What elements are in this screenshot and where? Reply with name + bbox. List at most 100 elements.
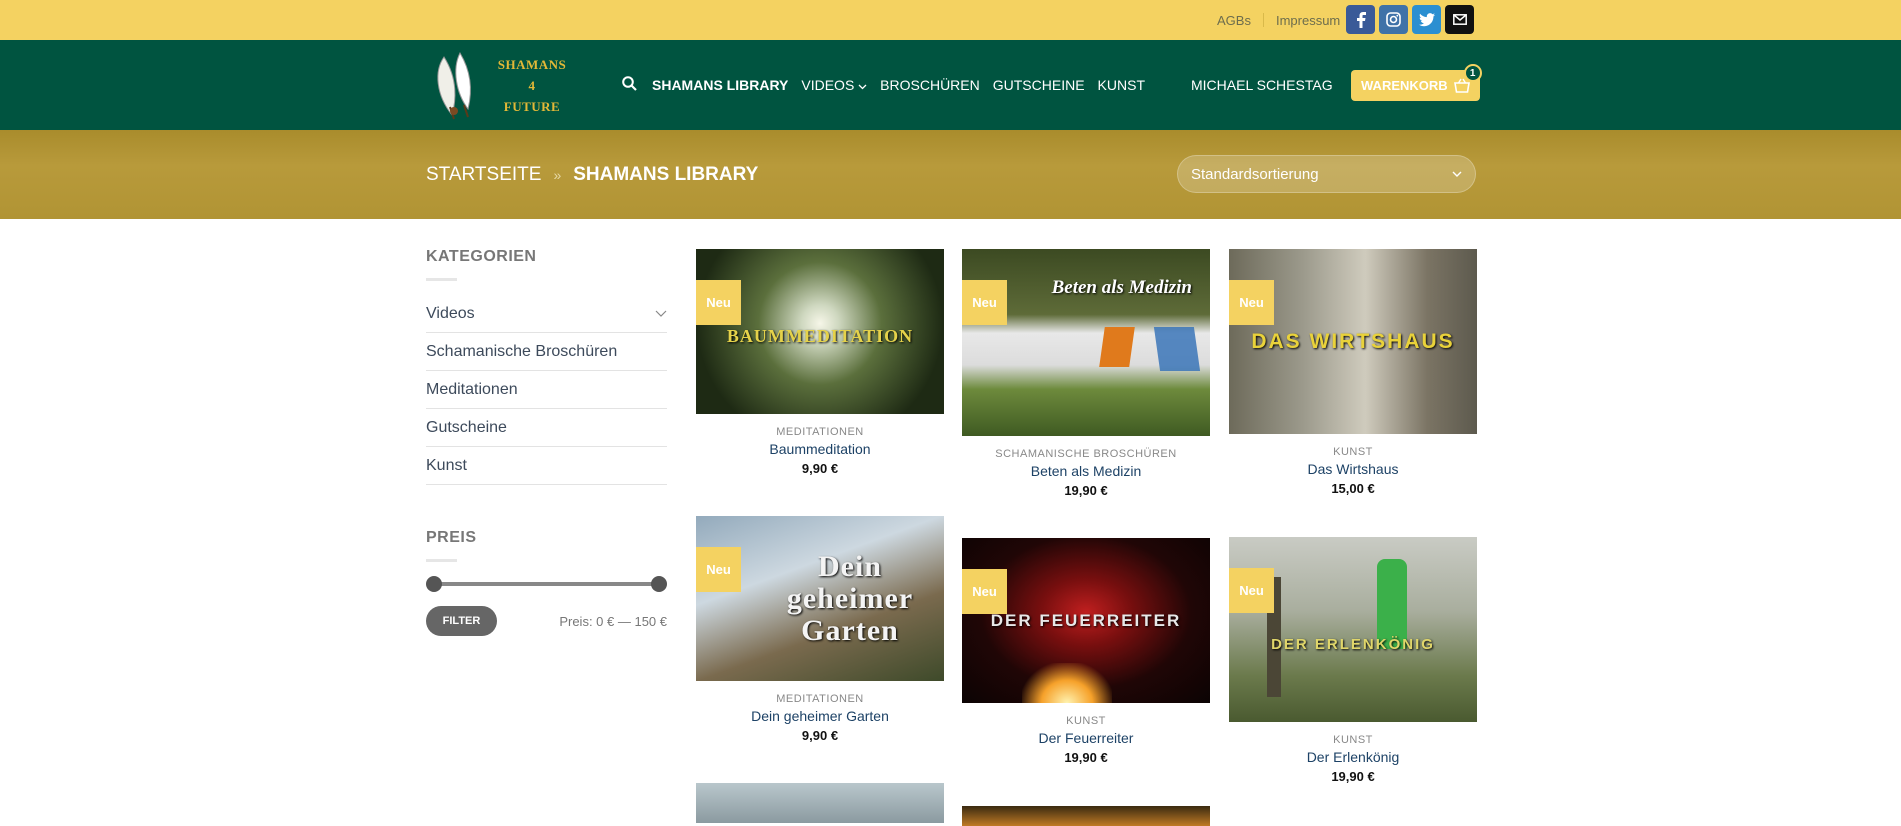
product-category: KUNST [1333, 446, 1373, 458]
categories-title: KATEGORIEN [426, 248, 537, 265]
product-name[interactable]: Der Erlenkönig [1229, 749, 1477, 765]
product-card[interactable]: DAS WIRTSHAUS Neu KUNST Das Wirtshaus 15… [1229, 249, 1477, 496]
category-kunst[interactable]: Kunst [426, 447, 667, 485]
image-title: DER FEUERREITER [990, 610, 1182, 630]
new-badge: Neu [696, 280, 741, 325]
twitter-icon[interactable] [1412, 5, 1441, 34]
breadcrumb-separator: » [553, 166, 562, 183]
social-links [1346, 5, 1474, 34]
nav-gutscheine[interactable]: GUTSCHEINE [993, 77, 1085, 93]
nav-broschueren[interactable]: BROSCHÜREN [880, 77, 980, 93]
product-price: 19,90 € [1064, 750, 1108, 765]
divider [426, 559, 457, 562]
category-label: Meditationen [426, 380, 518, 398]
slider-min-handle[interactable] [426, 576, 442, 592]
product-card[interactable]: DER FEUERREITER Neu KUNST Der Feuerreite… [962, 538, 1210, 765]
product-price: 15,00 € [1331, 481, 1375, 496]
instagram-icon[interactable] [1379, 5, 1408, 34]
image-title: Beten als Medizin [1051, 277, 1192, 298]
price-range-label: Preis: 0 € — 150 € [559, 613, 667, 629]
cart-button[interactable]: WARENKORB 1 [1351, 64, 1482, 101]
breadcrumb-home[interactable]: STARTSEITE [426, 164, 541, 186]
chevron-down-icon[interactable] [655, 310, 667, 317]
product-price: 9,90 € [801, 461, 839, 476]
logo-text[interactable]: SHAMANS 4 FUTURE [487, 54, 577, 117]
category-videos[interactable]: Videos [426, 295, 667, 333]
product-name[interactable]: Das Wirtshaus [1229, 461, 1477, 477]
impressum-link[interactable]: Impressum [1276, 13, 1340, 28]
main-nav: SHAMANS LIBRARY VIDEOS BROSCHÜREN GUTSCH… [622, 40, 1145, 130]
product-category: KUNST [1066, 715, 1106, 727]
cart-count-badge: 1 [1463, 64, 1482, 82]
image-title: DAS WIRTSHAUS [1251, 329, 1455, 353]
image-title: DER ERLENKÖNIG [1271, 636, 1435, 653]
logo-line: SHAMANS [497, 57, 567, 72]
category-label: Gutscheine [426, 418, 507, 436]
divider [1262, 13, 1264, 27]
cart-label: WARENKORB [1361, 78, 1448, 93]
slider-max-handle[interactable] [651, 576, 667, 592]
product-card[interactable]: Beten als Medizin Neu SCHAMANISCHE BROSC… [962, 249, 1210, 498]
chevron-down-icon [1452, 171, 1462, 177]
product-image[interactable]: Beten als Medizin Neu [962, 249, 1210, 436]
slider-track [432, 582, 661, 586]
new-badge: Neu [696, 547, 741, 592]
category-gutscheine[interactable]: Gutscheine [426, 409, 667, 447]
product-category: KUNST [1333, 734, 1373, 746]
category-label: Kunst [426, 456, 467, 474]
facebook-icon[interactable] [1346, 5, 1375, 34]
product-price: 9,90 € [801, 728, 839, 743]
product-image[interactable]: DER ERLENKÖNIG Neu [1229, 537, 1477, 722]
nav-kunst[interactable]: KUNST [1098, 77, 1145, 93]
product-image[interactable]: Dein geheimer Garten Neu [696, 516, 944, 681]
nav-videos[interactable]: VIDEOS [801, 77, 867, 93]
mail-icon[interactable] [1445, 5, 1474, 34]
product-image[interactable]: BAUMMEDITATION Neu [696, 249, 944, 414]
new-badge: Neu [1229, 568, 1274, 613]
prayer-flag [1099, 327, 1135, 367]
product-card[interactable]: BAUMMEDITATION Neu MEDITATIONEN Baummedi… [696, 249, 944, 476]
product-price: 19,90 € [1331, 769, 1375, 784]
category-label: Videos [426, 304, 475, 322]
user-account-link[interactable]: MICHAEL SCHESTAG [1191, 40, 1333, 130]
nav-shamans-library[interactable]: SHAMANS LIBRARY [652, 77, 788, 93]
sort-select[interactable]: Standardsortierung [1177, 155, 1476, 193]
product-category: MEDITATIONEN [776, 693, 864, 705]
product-card[interactable] [962, 806, 1210, 826]
product-image[interactable] [962, 806, 1210, 826]
logo-line: FUTURE [503, 99, 561, 114]
new-badge: Neu [1229, 280, 1274, 325]
agb-link[interactable]: AGBs [1217, 13, 1251, 28]
product-name[interactable]: Beten als Medizin [962, 463, 1210, 479]
product-name[interactable]: Der Feuerreiter [962, 730, 1210, 746]
image-title: BAUMMEDITATION [726, 326, 914, 346]
fire-glow [1022, 663, 1112, 703]
sidebar: KATEGORIEN Videos Schamanische Broschüre… [426, 248, 667, 636]
sort-selected: Standardsortierung [1191, 165, 1319, 183]
product-card[interactable]: DER ERLENKÖNIG Neu KUNST Der Erlenkönig … [1229, 537, 1477, 784]
feather-icon [437, 51, 471, 120]
search-icon[interactable] [622, 76, 637, 94]
price-title: PREIS [426, 529, 477, 546]
category-label: Schamanische Broschüren [426, 342, 618, 360]
product-name[interactable]: Dein geheimer Garten [696, 708, 944, 724]
product-category: MEDITATIONEN [776, 426, 864, 438]
product-image[interactable]: DAS WIRTSHAUS Neu [1229, 249, 1477, 434]
new-badge: Neu [962, 280, 1007, 325]
page-title: SHAMANS LIBRARY [573, 163, 759, 185]
price-slider[interactable] [426, 576, 667, 592]
category-broschueren[interactable]: Schamanische Broschüren [426, 333, 667, 371]
product-image[interactable] [696, 783, 944, 823]
title-band [0, 130, 1901, 219]
product-card[interactable]: Dein geheimer Garten Neu MEDITATIONEN De… [696, 516, 944, 743]
product-price: 19,90 € [1064, 483, 1108, 498]
product-card[interactable] [696, 783, 944, 823]
divider [426, 278, 457, 281]
prayer-flag [1153, 327, 1201, 371]
product-name[interactable]: Baummeditation [696, 441, 944, 457]
nav-videos-label: VIDEOS [801, 77, 855, 93]
product-image[interactable]: DER FEUERREITER Neu [962, 538, 1210, 703]
category-meditationen[interactable]: Meditationen [426, 371, 667, 409]
filter-button[interactable]: FILTER [426, 606, 497, 636]
new-badge: Neu [962, 569, 1007, 614]
